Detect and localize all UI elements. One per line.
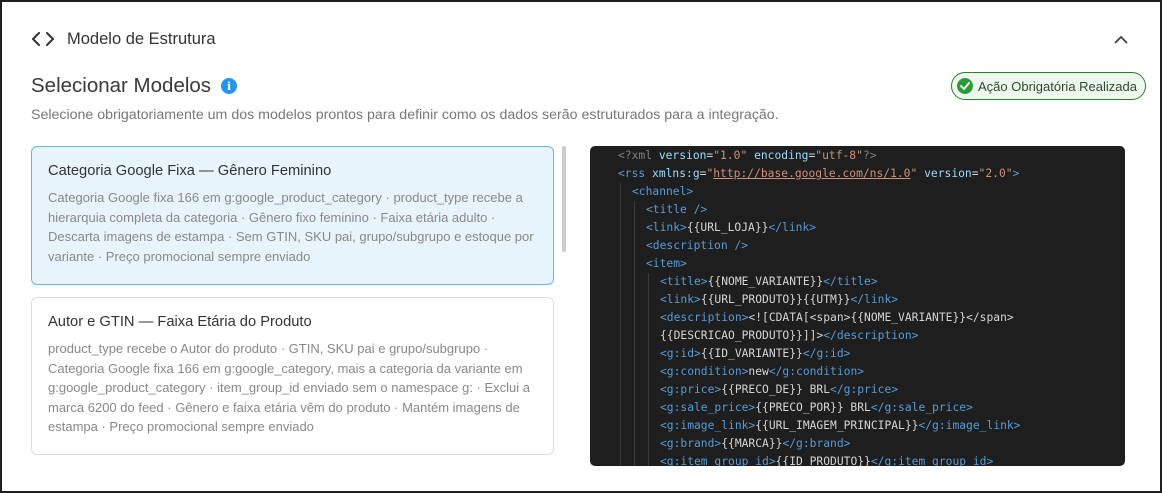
code-token: <channel> <box>632 185 694 198</box>
code-token: encoding <box>754 149 809 162</box>
code-token: </g:image_link> <box>918 419 1021 432</box>
code-token: <description /> <box>646 239 749 252</box>
code-token: {{URL_LOJA}} <box>686 221 769 234</box>
code-token: <title> <box>660 275 708 288</box>
code-token: "2.0" <box>978 167 1013 180</box>
model-card-title: Autor e GTIN — Faixa Etária do Produto <box>48 314 312 330</box>
code-token: </g:item_group_id> <box>870 455 994 466</box>
code-token: <link> <box>660 293 701 306</box>
code-token: <g:condition> <box>660 365 749 378</box>
model-card-description: Categoria Google fixa 166 em g:google_pr… <box>48 190 534 264</box>
code-token: {{URL_IMAGEM_PRINCIPAL}} <box>755 419 919 432</box>
code-token: <g:id> <box>660 347 701 360</box>
code-token: http://base.google.com/ns/1.0 <box>713 167 911 180</box>
code-token: </g:price> <box>830 383 899 396</box>
code-token: {{PRECO_POR}} BRL <box>755 401 871 414</box>
model-structure-panel: Modelo de Estrutura Selecionar Modelos i… <box>0 0 1162 493</box>
collapse-button[interactable] <box>1110 28 1132 50</box>
code-token: <item> <box>646 257 687 270</box>
code-token: <g:price> <box>660 383 722 396</box>
code-token: </g:brand> <box>782 437 851 450</box>
code-token: <![CDATA[<span>{{NOME_VARIANTE}}</span> <box>748 311 1014 324</box>
code-token: {{ID_VARIANTE}} <box>700 347 803 360</box>
code-line: <g:image_link>{{URL_IMAGEM_PRINCIPAL}}</… <box>590 417 1020 435</box>
check-circle-icon <box>957 78 973 94</box>
code-line: <g:sale_price>{{PRECO_POR}} BRL</g:sale_… <box>590 399 1020 417</box>
code-line: <link>{{URL_PRODUTO}}{{UTM}}</link> <box>590 291 1020 309</box>
code-token: </g:condition> <box>768 365 865 378</box>
code-token: = <box>971 167 979 180</box>
code-line: <channel> <box>590 183 1020 201</box>
code-token: <g:brand> <box>660 437 722 450</box>
code-line: <g:item_group_id>{{ID_PRODUTO}}</g:item_… <box>590 453 1020 466</box>
code-line: <g:id>{{ID_VARIANTE}}</g:id> <box>590 345 1020 363</box>
code-token: </g:id> <box>802 347 851 360</box>
model-card-description: product_type recebe o Autor do produto ·… <box>48 341 531 434</box>
code-token: {{PRECO_DE}} BRL <box>721 383 831 396</box>
code-token: <?xml <box>618 149 659 162</box>
code-token: {{ID_PRODUTO}} <box>775 455 871 466</box>
code-token: </g:sale_price> <box>870 401 973 414</box>
model-card[interactable]: Autor e GTIN — Faixa Etária do Produto p… <box>31 297 554 455</box>
code-line: {{DESCRICAO_PRODUTO}}]]></description> <box>590 327 1020 345</box>
code-token: "utf-8" <box>815 149 863 162</box>
code-token: version <box>658 149 707 162</box>
code-token: <rss <box>618 167 653 180</box>
xml-code-preview[interactable]: <?xml version="1.0" encoding="utf-8"?> <r… <box>590 146 1125 466</box>
code-line: <?xml version="1.0" encoding="utf-8"?> <box>590 147 1020 165</box>
code-line: <g:brand>{{MARCA}}</g:brand> <box>590 435 1020 453</box>
code-line: <rss xmlns:g="http://base.google.com/ns/… <box>590 165 1020 183</box>
section-title: Selecionar Modelos <box>31 74 212 97</box>
code-line: <item> <box>590 255 1020 273</box>
code-token: version <box>924 167 972 180</box>
code-line: <title>{{NOME_VARIANTE}}</title> <box>590 273 1020 291</box>
code-token: ?> <box>862 149 877 162</box>
model-list-scrollbar[interactable] <box>562 146 566 252</box>
code-token: {{DESCRICAO_PRODUTO}}]]> <box>660 329 824 342</box>
code-token: <g:image_link> <box>660 419 756 432</box>
code-token: </title> <box>823 275 878 288</box>
code-line: <description><![CDATA[<span>{{NOME_VARIA… <box>590 309 1020 327</box>
code-token: </link> <box>768 221 817 234</box>
code-line: <link>{{URL_LOJA}}</link> <box>590 219 1020 237</box>
code-token: {{URL_PRODUTO}}{{UTM}} <box>700 293 851 306</box>
code-line: <g:price>{{PRECO_DE}} BRL</g:price> <box>590 381 1020 399</box>
code-line: <title /> <box>590 201 1020 219</box>
code-token: new <box>748 365 769 378</box>
code-token: <title /> <box>646 203 708 216</box>
model-list[interactable]: Categoria Google Fixa — Gênero Feminino … <box>31 146 554 466</box>
code-lines: <?xml version="1.0" encoding="utf-8"?> <r… <box>590 147 1020 466</box>
code-line: <description /> <box>590 237 1020 255</box>
model-card-title: Categoria Google Fixa — Gênero Feminino <box>48 163 332 179</box>
code-line: <g:condition>new</g:condition> <box>590 363 1020 381</box>
code-token: > <box>1012 167 1020 180</box>
info-icon[interactable]: i <box>221 78 238 94</box>
code-token: <link> <box>646 221 687 234</box>
code-token: <description> <box>660 311 749 324</box>
section-subtitle: Selecione obrigatoriamente um dos modelo… <box>31 107 779 123</box>
code-token: xmlns:g <box>652 167 700 180</box>
status-badge: Ação Obrigatória Realizada <box>951 72 1146 100</box>
code-token: </link> <box>850 293 899 306</box>
code-brackets-icon <box>32 28 54 50</box>
code-token: "1.0" <box>713 149 748 162</box>
panel-title: Modelo de Estrutura <box>67 29 216 48</box>
chevron-up-icon <box>1114 35 1128 43</box>
section-title-row: Selecionar Modelos i <box>31 74 238 98</box>
code-token: {{NOME_VARIANTE}} <box>707 275 824 288</box>
model-card[interactable]: Categoria Google Fixa — Gênero Feminino … <box>31 146 554 285</box>
status-badge-label: Ação Obrigatória Realizada <box>978 78 1137 94</box>
code-token: <g:sale_price> <box>660 401 756 414</box>
panel-header[interactable]: Modelo de Estrutura <box>32 24 1132 54</box>
code-token: </description> <box>823 329 919 342</box>
code-token: <g:item_group_id> <box>660 455 776 466</box>
code-token: {{MARCA}} <box>721 437 783 450</box>
